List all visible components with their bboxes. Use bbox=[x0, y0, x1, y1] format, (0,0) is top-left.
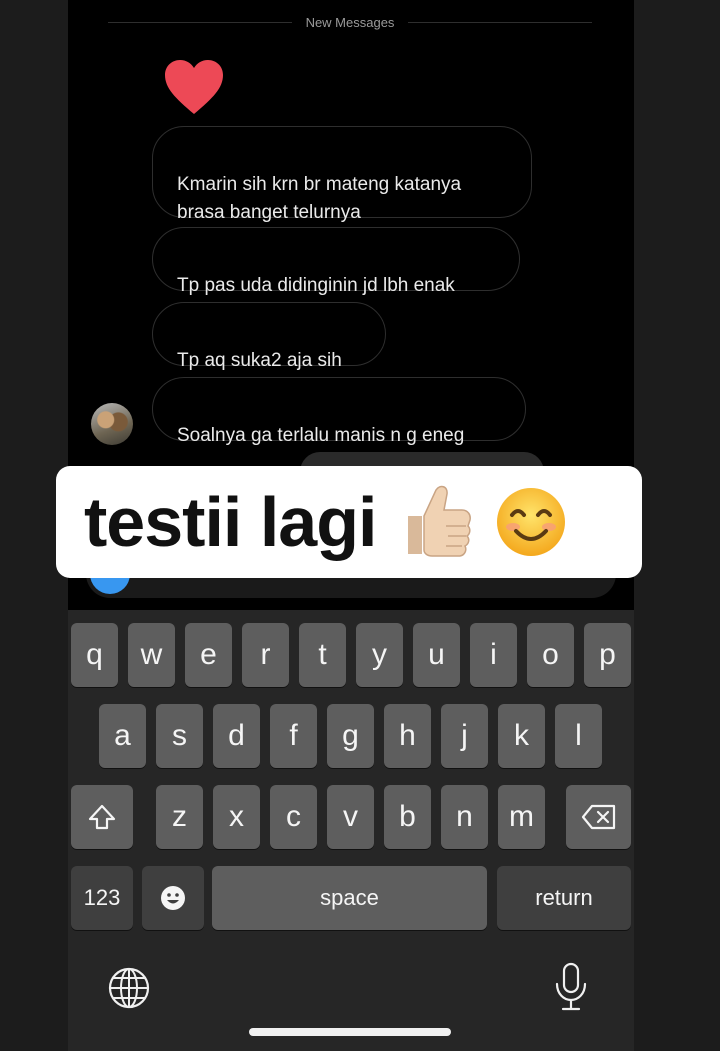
right-margin bbox=[634, 0, 720, 1051]
message-text: Kmarin sih krn br mateng katanya brasa b… bbox=[177, 174, 462, 223]
backspace-icon bbox=[581, 804, 615, 830]
new-messages-divider: New Messages bbox=[108, 12, 592, 32]
divider-line-left bbox=[108, 21, 292, 23]
key-q[interactable]: q bbox=[71, 623, 118, 687]
key-h[interactable]: h bbox=[384, 704, 431, 768]
message-bubble[interactable]: Tp pas uda didinginin jd lbh enak bbox=[152, 227, 520, 296]
key-b[interactable]: b bbox=[384, 785, 431, 849]
new-messages-label: New Messages bbox=[305, 14, 395, 30]
key-x[interactable]: x bbox=[213, 785, 260, 849]
microphone-icon[interactable] bbox=[552, 962, 590, 1012]
key-d[interactable]: d bbox=[213, 704, 260, 768]
shift-key[interactable] bbox=[71, 785, 133, 849]
key-z[interactable]: z bbox=[156, 785, 203, 849]
heart-icon[interactable] bbox=[163, 58, 225, 116]
divider-line-right bbox=[408, 21, 592, 23]
message-bubble[interactable]: Kmarin sih krn br mateng katanya brasa b… bbox=[152, 126, 532, 223]
key-s[interactable]: s bbox=[156, 704, 203, 768]
thumbs-up-icon bbox=[408, 485, 472, 557]
key-n[interactable]: n bbox=[441, 785, 488, 849]
home-indicator[interactable] bbox=[249, 1028, 451, 1036]
key-i[interactable]: i bbox=[470, 623, 517, 687]
emoji-key[interactable] bbox=[142, 866, 204, 930]
key-l[interactable]: l bbox=[555, 704, 602, 768]
key-p[interactable]: p bbox=[584, 623, 631, 687]
key-c[interactable]: c bbox=[270, 785, 317, 849]
message-text: Tp aq suka2 aja sih bbox=[177, 350, 342, 371]
keyboard: q w e r t y u i o p a s d f g h j k l z … bbox=[68, 610, 634, 1051]
message-text: Soalnya ga terlalu manis n g eneg bbox=[177, 425, 465, 446]
message-bubble[interactable]: Tp aq suka2 aja sih bbox=[152, 302, 386, 371]
emoji-icon bbox=[161, 886, 185, 910]
key-k[interactable]: k bbox=[498, 704, 545, 768]
key-g[interactable]: g bbox=[327, 704, 374, 768]
key-o[interactable]: o bbox=[527, 623, 574, 687]
key-v[interactable]: v bbox=[327, 785, 374, 849]
text-sticker-overlay: testii lagi bbox=[56, 466, 642, 578]
key-a[interactable]: a bbox=[99, 704, 146, 768]
key-r[interactable]: r bbox=[242, 623, 289, 687]
space-key[interactable]: space bbox=[212, 866, 487, 930]
globe-icon[interactable] bbox=[107, 966, 151, 1010]
key-f[interactable]: f bbox=[270, 704, 317, 768]
backspace-key[interactable] bbox=[566, 785, 631, 849]
key-m[interactable]: m bbox=[498, 785, 545, 849]
sender-avatar[interactable] bbox=[91, 403, 133, 445]
return-key[interactable]: return bbox=[497, 866, 631, 930]
numbers-key[interactable]: 123 bbox=[71, 866, 133, 930]
key-t[interactable]: t bbox=[299, 623, 346, 687]
key-y[interactable]: y bbox=[356, 623, 403, 687]
smiling-face-icon bbox=[497, 488, 566, 556]
message-text: Tp pas uda didinginin jd lbh enak bbox=[177, 275, 455, 296]
key-w[interactable]: w bbox=[128, 623, 175, 687]
key-u[interactable]: u bbox=[413, 623, 460, 687]
key-e[interactable]: e bbox=[185, 623, 232, 687]
key-j[interactable]: j bbox=[441, 704, 488, 768]
sticker-text: testii lagi bbox=[84, 483, 377, 561]
shift-icon bbox=[88, 804, 116, 830]
message-bubble[interactable]: Soalnya ga terlalu manis n g eneg bbox=[152, 377, 526, 446]
